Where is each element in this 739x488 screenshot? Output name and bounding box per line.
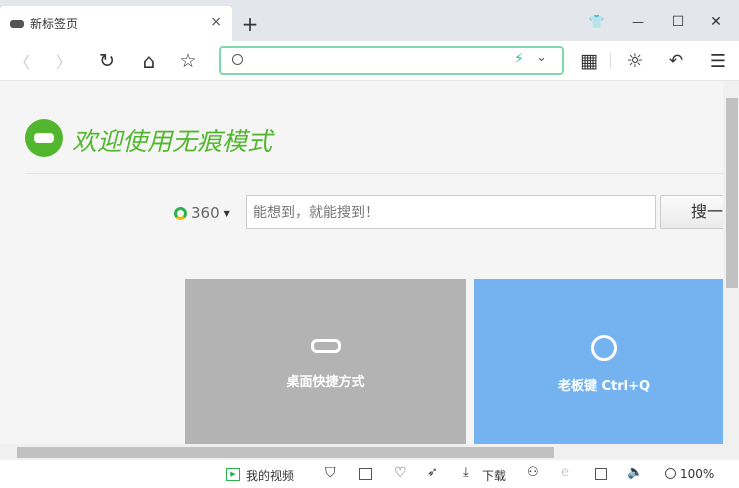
- mask-icon: [310, 338, 341, 353]
- search-engine-label: 360: [191, 204, 220, 222]
- search-input[interactable]: [246, 195, 656, 229]
- download-link[interactable]: 下载: [482, 467, 506, 484]
- ie-icon[interactable]: e: [561, 465, 569, 480]
- incognito-page: 欢迎使用无痕模式 360 ▼ 搜一下 桌面快捷方式 老板键 Ctrl+Q: [0, 81, 723, 444]
- search-engine-select[interactable]: 360 ▼: [174, 204, 230, 222]
- address-bar[interactable]: ⚡ ⌄: [219, 46, 564, 75]
- caret-down-icon: ▼: [223, 208, 230, 218]
- welcome-title: 欢迎使用无痕模式: [72, 127, 273, 156]
- forward-button[interactable]: 〉: [52, 49, 76, 73]
- tile-label: 桌面快捷方式: [286, 374, 365, 390]
- mask-icon: [10, 19, 24, 28]
- tab-new-tab[interactable]: 新标签页 ×: [0, 6, 232, 41]
- tile-label: 老板键 Ctrl+Q: [557, 378, 651, 394]
- favorite-button[interactable]: ☆: [176, 49, 200, 73]
- new-tab-button[interactable]: +: [238, 12, 262, 36]
- search-button[interactable]: 搜一下: [660, 195, 723, 229]
- boss-key-tile[interactable]: 老板键 Ctrl+Q: [474, 279, 723, 444]
- chevron-down-icon[interactable]: ⌄: [536, 50, 547, 65]
- my-video-link[interactable]: 我的视频: [246, 467, 294, 484]
- 360-logo-icon: [174, 206, 187, 220]
- desktop-shortcut-tile[interactable]: 桌面快捷方式: [185, 279, 466, 444]
- close-window-button[interactable]: ✕: [704, 10, 728, 34]
- video-icon[interactable]: ▶: [226, 468, 240, 481]
- menu-button[interactable]: ☰: [706, 49, 730, 73]
- volume-icon[interactable]: 🔈: [627, 465, 643, 480]
- incognito-icon[interactable]: ⚇: [527, 465, 539, 480]
- search-icon: [232, 54, 243, 65]
- vertical-scrollbar-thumb[interactable]: [726, 98, 738, 288]
- address-input[interactable]: [253, 51, 503, 71]
- divider: [25, 173, 723, 174]
- boss-avatar-icon: [591, 334, 617, 361]
- skin-icon[interactable]: 👕: [585, 10, 609, 34]
- health-icon[interactable]: ♡: [394, 465, 407, 481]
- tab-title: 新标签页: [30, 17, 79, 31]
- status-bar: ▶ 我的视频 ⛉ ♡ ➶ ⤓ 下载 ⚇ e 🔈 100%: [0, 460, 739, 488]
- home-button[interactable]: ⌂: [137, 49, 161, 73]
- brightness-button[interactable]: ☼: [623, 49, 647, 73]
- window-icon[interactable]: [595, 468, 607, 480]
- horizontal-scrollbar-thumb[interactable]: [17, 447, 554, 458]
- rocket-icon[interactable]: ➶: [427, 465, 438, 480]
- zoom-icon[interactable]: [665, 468, 676, 479]
- tab-close-icon[interactable]: ×: [210, 14, 222, 30]
- back-button[interactable]: 〈: [10, 49, 34, 73]
- image-icon[interactable]: [359, 468, 372, 480]
- tab-bar: 新标签页 × + 👕 — ☐ ✕: [0, 0, 739, 41]
- download-icon[interactable]: ⤓: [463, 465, 469, 480]
- minimize-button[interactable]: —: [626, 10, 650, 34]
- shield-icon[interactable]: ⛉: [325, 465, 336, 481]
- reload-button[interactable]: ↻: [95, 49, 119, 73]
- zoom-level[interactable]: 100%: [680, 467, 714, 481]
- apps-button[interactable]: ▦: [577, 49, 601, 73]
- divider: [610, 53, 611, 69]
- undo-button[interactable]: ↶: [662, 49, 690, 73]
- maximize-button[interactable]: ☐: [666, 10, 690, 34]
- lightning-icon[interactable]: ⚡: [514, 51, 524, 67]
- incognito-logo-icon: [25, 119, 63, 157]
